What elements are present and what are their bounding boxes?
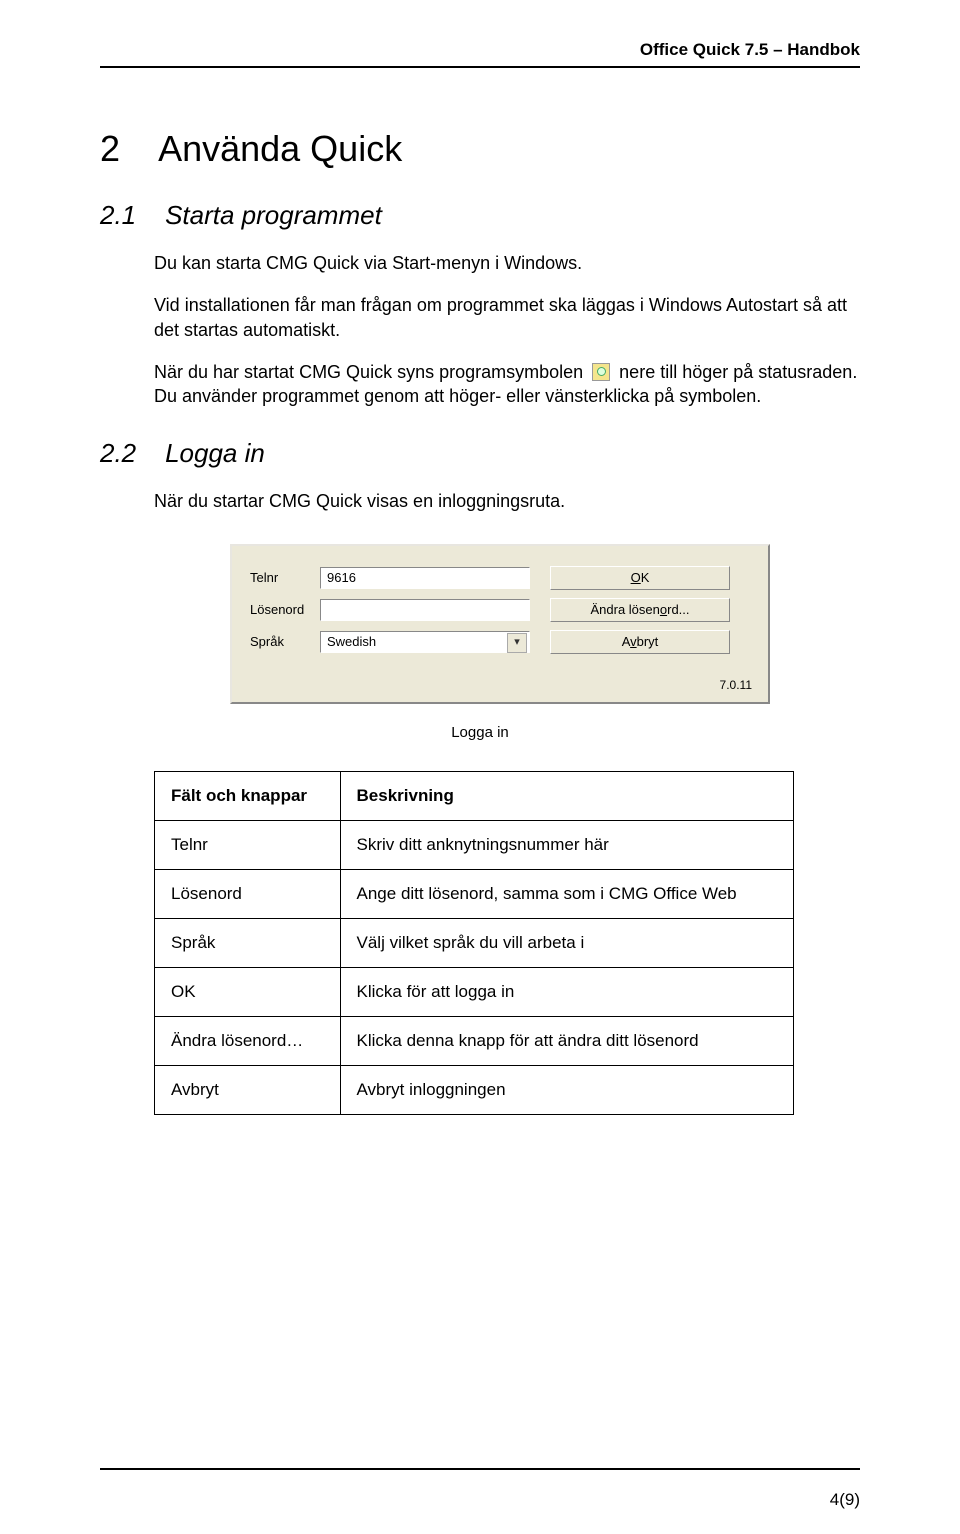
table-cell: Klicka för att logga in	[340, 967, 793, 1016]
button-change-post: rd...	[667, 602, 689, 617]
label-losenord: Lösenord	[250, 602, 320, 617]
table-cell: Ändra lösenord…	[155, 1016, 341, 1065]
section-number: 2.2	[100, 438, 136, 468]
table-cell: Lösenord	[155, 869, 341, 918]
button-ok[interactable]: OK	[550, 566, 730, 590]
button-change-password[interactable]: Ändra lösenord...	[550, 598, 730, 622]
table-row: Språk Välj vilket språk du vill arbeta i	[155, 918, 794, 967]
page-number: 4(9)	[830, 1490, 860, 1510]
login-screenshot: Telnr 9616 OK Lösenord Ändra lösenord...…	[230, 544, 860, 704]
button-cancel-post: bryt	[637, 634, 659, 649]
table-row: Telnr Skriv ditt anknytningsnummer här	[155, 820, 794, 869]
login-row-sprak: Språk Swedish Avbryt	[250, 630, 754, 654]
table-row: Ändra lösenord… Klicka denna knapp för a…	[155, 1016, 794, 1065]
chapter-number: 2	[100, 128, 120, 169]
table-cell: Telnr	[155, 820, 341, 869]
table-row: OK Klicka för att logga in	[155, 967, 794, 1016]
table-cell: Avbryt	[155, 1065, 341, 1114]
section-title: Logga in	[165, 438, 265, 468]
figure-caption: Logga in	[100, 724, 860, 741]
paragraph: När du har startat CMG Quick syns progra…	[154, 360, 860, 409]
button-ok-text: K	[641, 570, 650, 585]
login-row-telnr: Telnr 9616 OK	[250, 566, 754, 590]
table-cell: Avbryt inloggningen	[340, 1065, 793, 1114]
button-cancel-pre: A	[622, 634, 630, 649]
login-dialog: Telnr 9616 OK Lösenord Ändra lösenord...…	[230, 544, 770, 704]
table-cell: Välj vilket språk du vill arbeta i	[340, 918, 793, 967]
label-sprak: Språk	[250, 634, 320, 649]
table-header: Fält och knappar	[155, 771, 341, 820]
section-number: 2.1	[100, 200, 136, 230]
table-cell: Språk	[155, 918, 341, 967]
label-telnr: Telnr	[250, 570, 320, 585]
paragraph-text: När du har startat CMG Quick syns progra…	[154, 362, 588, 382]
input-losenord[interactable]	[320, 599, 530, 621]
section-2-1-heading: 2.1 Starta programmet	[100, 200, 860, 231]
page: Office Quick 7.5 – Handbok 2 Använda Qui…	[0, 0, 960, 1534]
login-row-losenord: Lösenord Ändra lösenord...	[250, 598, 754, 622]
section-title: Starta programmet	[165, 200, 382, 230]
tray-icon	[592, 363, 610, 381]
section-2-2-heading: 2.2 Logga in	[100, 438, 860, 469]
button-cancel[interactable]: Avbryt	[550, 630, 730, 654]
button-change-pre: Ändra lösen	[590, 602, 659, 617]
table-row: Lösenord Ange ditt lösenord, samma som i…	[155, 869, 794, 918]
table-header: Beskrivning	[340, 771, 793, 820]
input-telnr[interactable]: 9616	[320, 567, 530, 589]
table-cell: Klicka denna knapp för att ändra ditt lö…	[340, 1016, 793, 1065]
paragraph: Du kan starta CMG Quick via Start-menyn …	[154, 251, 860, 275]
button-ok-underline: O	[631, 570, 641, 585]
version-label: 7.0.11	[720, 678, 752, 692]
select-sprak[interactable]: Swedish	[320, 631, 530, 653]
footer-rule	[100, 1468, 860, 1470]
paragraph: Vid installationen får man frågan om pro…	[154, 293, 860, 342]
table-cell: OK	[155, 967, 341, 1016]
header-rule	[100, 66, 860, 68]
table-row: Avbryt Avbryt inloggningen	[155, 1065, 794, 1114]
table-header-row: Fält och knappar Beskrivning	[155, 771, 794, 820]
paragraph: När du startar CMG Quick visas en inlogg…	[154, 489, 860, 513]
fields-table: Fält och knappar Beskrivning Telnr Skriv…	[154, 771, 794, 1115]
chapter-title: Använda Quick	[158, 128, 402, 169]
table-cell: Ange ditt lösenord, samma som i CMG Offi…	[340, 869, 793, 918]
chapter-heading: 2 Använda Quick	[100, 128, 860, 170]
header-title: Office Quick 7.5 – Handbok	[100, 40, 860, 60]
table-cell: Skriv ditt anknytningsnummer här	[340, 820, 793, 869]
